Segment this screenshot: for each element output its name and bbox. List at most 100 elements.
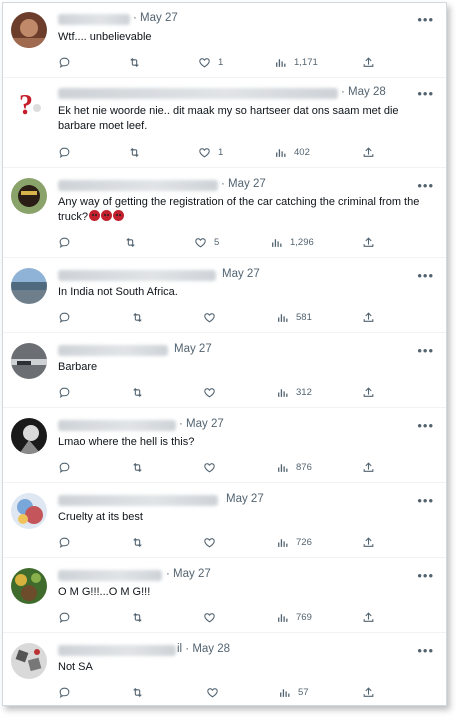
views-button[interactable]: 57 [278,684,309,700]
tweet-text: In India not South Africa. [58,286,178,298]
like-button[interactable]: 1 [198,54,223,70]
views-button[interactable]: 402 [274,144,310,160]
tweet-date[interactable]: · May 27 [221,178,266,190]
more-options-icon[interactable]: ••• [417,644,434,657]
share-button[interactable] [362,684,382,700]
like-button[interactable]: 5 [194,234,219,250]
views-button[interactable]: 726 [276,534,312,550]
tweet-date[interactable]: · May 27 [166,568,211,580]
more-options-icon[interactable]: ••• [417,87,434,100]
reply-button[interactable] [58,144,78,160]
avatar[interactable] [11,418,47,454]
reply-button[interactable] [58,459,78,475]
more-options-icon[interactable]: ••• [417,13,434,26]
more-options-icon[interactable]: ••• [417,269,434,282]
avatar[interactable] [11,493,47,529]
retweet-button[interactable] [128,144,148,160]
views-icon [276,148,286,157]
views-button[interactable]: 1,296 [270,234,314,250]
more-options-icon[interactable]: ••• [417,179,434,192]
more-options-icon[interactable]: ••• [417,569,434,582]
reply-tweet[interactable]: May 27 ••• Barbare 312 [3,332,446,408]
reply-tweet[interactable]: · May 27 ••• O M G!!!...O M G!!! 769 [3,557,446,633]
retweet-button[interactable] [131,309,151,325]
share-button[interactable] [362,609,382,625]
reply-button[interactable] [58,309,78,325]
username-redacted [58,495,218,506]
view-count: 312 [296,386,312,398]
retweet-button[interactable] [131,684,151,700]
tweet-text: Barbare [58,361,98,373]
reply-tweet[interactable]: ? · May 28 ••• Ek het nie woorde nie.. d… [3,77,446,168]
avatar[interactable]: ? [11,86,47,122]
reply-tweet[interactable]: · May 27 ••• Wtf.... unbelievable 1 1,17… [3,3,446,78]
retweet-button[interactable] [131,609,151,625]
like-button[interactable] [203,459,223,475]
more-options-icon[interactable]: ••• [417,494,434,507]
like-icon [199,57,210,67]
share-button[interactable] [362,384,382,400]
reply-tweet[interactable]: · May 27 ••• Any way of getting the regi… [3,167,446,258]
like-button[interactable] [203,384,223,400]
reply-button[interactable] [58,534,78,550]
retweet-icon [126,237,135,247]
tweet-date[interactable]: · May 27 [133,12,178,24]
reply-button[interactable] [58,609,78,625]
view-count: 402 [294,146,310,158]
like-button[interactable] [206,684,226,700]
views-icon [280,688,290,697]
share-button[interactable] [362,309,382,325]
like-button[interactable]: 1 [198,144,223,160]
reply-tweet[interactable]: May 27 ••• Cruelty at its best 726 [3,482,446,558]
avatar[interactable] [11,343,47,379]
avatar[interactable] [11,643,47,679]
share-icon [363,146,374,157]
reply-tweet[interactable]: May 27 ••• In India not South Africa. 58… [3,257,446,333]
views-button[interactable]: 1,171 [274,54,318,70]
reply-button[interactable] [58,384,78,400]
share-button[interactable] [362,234,382,250]
retweet-button[interactable] [124,234,144,250]
retweet-button[interactable] [131,384,151,400]
avatar[interactable] [11,568,47,604]
share-button[interactable] [362,534,382,550]
avatar[interactable] [11,268,47,304]
tweet-actions: 5 1,296 [58,234,378,250]
views-button[interactable]: 769 [276,609,312,625]
tweet-text: Ek het nie woorde nie.. dit maak my so h… [58,105,399,132]
retweet-button[interactable] [131,534,151,550]
share-button[interactable] [362,144,382,160]
tweet-date[interactable]: May 27 [226,493,264,505]
views-button[interactable]: 312 [276,384,312,400]
reply-button[interactable] [58,54,78,70]
more-options-icon[interactable]: ••• [417,344,434,357]
avatar[interactable] [11,178,47,214]
reply-tweet[interactable]: il · May 28 ••• Not SA 57 [3,632,446,705]
retweet-button[interactable] [131,459,151,475]
share-icon [363,56,374,67]
tweet-text: Lmao where the hell is this? [58,436,195,448]
reply-button[interactable] [58,684,78,700]
svg-text:?: ? [19,90,33,121]
share-button[interactable] [362,54,382,70]
tweet-date[interactable]: il · May 28 [177,643,230,655]
reply-button[interactable] [58,234,78,250]
tweet-date[interactable]: May 27 [174,343,212,355]
tweet-date[interactable]: · May 28 [341,86,386,98]
share-button[interactable] [362,459,382,475]
reply-tweet[interactable]: · May 27 ••• Lmao where the hell is this… [3,407,446,483]
username-redacted [58,570,162,581]
more-options-icon[interactable]: ••• [417,419,434,432]
like-button[interactable] [203,534,223,550]
like-button[interactable] [203,309,223,325]
like-button[interactable] [203,609,223,625]
retweet-button[interactable] [128,54,148,70]
tweet-text: Cruelty at its best [58,511,143,523]
tweet-date[interactable]: · May 27 [179,418,224,430]
views-button[interactable]: 876 [276,459,312,475]
tweet-text: Not SA [58,661,93,673]
views-button[interactable]: 581 [276,309,312,325]
avatar[interactable] [11,12,47,48]
tweet-actions: 876 [58,459,378,475]
tweet-date[interactable]: May 27 [222,268,260,280]
